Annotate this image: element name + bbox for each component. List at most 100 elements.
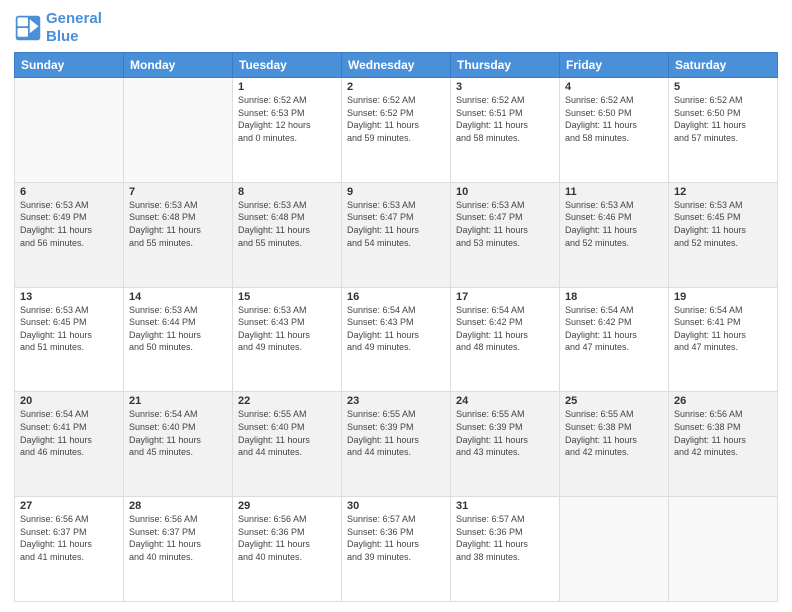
calendar-cell: 14Sunrise: 6:53 AM Sunset: 6:44 PM Dayli… [124, 287, 233, 392]
day-number: 22 [238, 395, 336, 407]
day-number: 19 [674, 291, 772, 303]
calendar-week-row: 27 Sunrise: 6:56 AM Sunset: 6:37 PM Dayli… [15, 497, 778, 602]
calendar-cell: 20Sunrise: 6:54 AM Sunset: 6:41 PM Dayli… [15, 392, 124, 497]
day-number: 26 [674, 395, 772, 407]
day-info: Sunrise: 6:52 AM Sunset: 6:53 PM Dayligh… [238, 94, 336, 144]
day-info: Sunrise: 6:52 AM Sunset: 6:51 PM Dayligh… [456, 94, 554, 144]
day-number: 8 [238, 186, 336, 198]
calendar-cell: 9Sunrise: 6:53 AM Sunset: 6:47 PM Daylig… [342, 182, 451, 287]
day-info: Sunrise: 6:54 AM Sunset: 6:42 PM Dayligh… [565, 304, 663, 354]
day-info: Sunrise: 6:56 AM Sunset: 6:36 PM Dayligh… [238, 513, 336, 563]
calendar-cell: 5Sunrise: 6:52 AM Sunset: 6:50 PM Daylig… [669, 78, 778, 183]
day-number: 15 [238, 291, 336, 303]
calendar-header-saturday: Saturday [669, 53, 778, 78]
day-number: 5 [674, 81, 772, 93]
logo: General Blue [14, 10, 102, 46]
day-info: Sunrise: 6:53 AM Sunset: 6:48 PM Dayligh… [129, 199, 227, 249]
day-info: Sunrise: 6:54 AM Sunset: 6:40 PM Dayligh… [129, 408, 227, 458]
day-info: Sunrise: 6:55 AM Sunset: 6:38 PM Dayligh… [565, 408, 663, 458]
day-info: Sunrise: 6:53 AM Sunset: 6:43 PM Dayligh… [238, 304, 336, 354]
day-number: 10 [456, 186, 554, 198]
day-number: 3 [456, 81, 554, 93]
calendar-cell: 16Sunrise: 6:54 AM Sunset: 6:43 PM Dayli… [342, 287, 451, 392]
calendar-cell: 19Sunrise: 6:54 AM Sunset: 6:41 PM Dayli… [669, 287, 778, 392]
day-info: Sunrise: 6:53 AM Sunset: 6:45 PM Dayligh… [674, 199, 772, 249]
calendar-week-row: 13Sunrise: 6:53 AM Sunset: 6:45 PM Dayli… [15, 287, 778, 392]
calendar-header-wednesday: Wednesday [342, 53, 451, 78]
calendar-header-monday: Monday [124, 53, 233, 78]
day-number: 4 [565, 81, 663, 93]
calendar-cell: 30Sunrise: 6:57 AM Sunset: 6:36 PM Dayli… [342, 497, 451, 602]
calendar-cell: 11Sunrise: 6:53 AM Sunset: 6:46 PM Dayli… [560, 182, 669, 287]
calendar-cell: 10Sunrise: 6:53 AM Sunset: 6:47 PM Dayli… [451, 182, 560, 287]
calendar-week-row: 20Sunrise: 6:54 AM Sunset: 6:41 PM Dayli… [15, 392, 778, 497]
day-number: 9 [347, 186, 445, 198]
calendar-cell [560, 497, 669, 602]
day-info: Sunrise: 6:57 AM Sunset: 6:36 PM Dayligh… [456, 513, 554, 563]
day-info: Sunrise: 6:52 AM Sunset: 6:50 PM Dayligh… [565, 94, 663, 144]
day-info: Sunrise: 6:55 AM Sunset: 6:39 PM Dayligh… [456, 408, 554, 458]
calendar-cell: 29Sunrise: 6:56 AM Sunset: 6:36 PM Dayli… [233, 497, 342, 602]
calendar-cell: 18Sunrise: 6:54 AM Sunset: 6:42 PM Dayli… [560, 287, 669, 392]
calendar-cell: 17Sunrise: 6:54 AM Sunset: 6:42 PM Dayli… [451, 287, 560, 392]
day-number: 23 [347, 395, 445, 407]
day-number: 17 [456, 291, 554, 303]
day-number: 13 [20, 291, 118, 303]
day-info: Sunrise: 6:53 AM Sunset: 6:47 PM Dayligh… [456, 199, 554, 249]
day-number: 16 [347, 291, 445, 303]
day-info: Sunrise: 6:56 AM Sunset: 6:38 PM Dayligh… [674, 408, 772, 458]
day-info: Sunrise: 6:54 AM Sunset: 6:41 PM Dayligh… [674, 304, 772, 354]
calendar-cell: 12Sunrise: 6:53 AM Sunset: 6:45 PM Dayli… [669, 182, 778, 287]
calendar-header-thursday: Thursday [451, 53, 560, 78]
day-number: 20 [20, 395, 118, 407]
day-info: Sunrise: 6:55 AM Sunset: 6:40 PM Dayligh… [238, 408, 336, 458]
day-number: 7 [129, 186, 227, 198]
day-number: 30 [347, 500, 445, 512]
calendar-cell: 15Sunrise: 6:53 AM Sunset: 6:43 PM Dayli… [233, 287, 342, 392]
day-info: Sunrise: 6:54 AM Sunset: 6:43 PM Dayligh… [347, 304, 445, 354]
calendar-cell: 13Sunrise: 6:53 AM Sunset: 6:45 PM Dayli… [15, 287, 124, 392]
calendar-cell: 25Sunrise: 6:55 AM Sunset: 6:38 PM Dayli… [560, 392, 669, 497]
day-number: 6 [20, 186, 118, 198]
day-number: 2 [347, 81, 445, 93]
calendar-table: SundayMondayTuesdayWednesdayThursdayFrid… [14, 52, 778, 602]
calendar-cell: 2Sunrise: 6:52 AM Sunset: 6:52 PM Daylig… [342, 78, 451, 183]
calendar-cell [15, 78, 124, 183]
day-number: 14 [129, 291, 227, 303]
logo-icon [14, 14, 42, 42]
calendar-cell: 8Sunrise: 6:53 AM Sunset: 6:48 PM Daylig… [233, 182, 342, 287]
calendar-cell: 7Sunrise: 6:53 AM Sunset: 6:48 PM Daylig… [124, 182, 233, 287]
day-info: Sunrise: 6:52 AM Sunset: 6:52 PM Dayligh… [347, 94, 445, 144]
calendar-cell: 22Sunrise: 6:55 AM Sunset: 6:40 PM Dayli… [233, 392, 342, 497]
day-number: 12 [674, 186, 772, 198]
day-info: Sunrise: 6:53 AM Sunset: 6:45 PM Dayligh… [20, 304, 118, 354]
calendar-header-friday: Friday [560, 53, 669, 78]
calendar-cell: 27Sunrise: 6:56 AM Sunset: 6:37 PM Dayli… [15, 497, 124, 602]
calendar-week-row: 6Sunrise: 6:53 AM Sunset: 6:49 PM Daylig… [15, 182, 778, 287]
day-info: Sunrise: 6:53 AM Sunset: 6:48 PM Dayligh… [238, 199, 336, 249]
calendar-cell: 23Sunrise: 6:55 AM Sunset: 6:39 PM Dayli… [342, 392, 451, 497]
calendar-header-sunday: Sunday [15, 53, 124, 78]
day-number: 28 [129, 500, 227, 512]
day-number: 18 [565, 291, 663, 303]
calendar-header-row: SundayMondayTuesdayWednesdayThursdayFrid… [15, 53, 778, 78]
logo-text: General Blue [46, 10, 102, 46]
day-number: 24 [456, 395, 554, 407]
calendar-cell: 6Sunrise: 6:53 AM Sunset: 6:49 PM Daylig… [15, 182, 124, 287]
page: General Blue SundayMondayTuesdayWednesda… [0, 0, 792, 612]
day-info: Sunrise: 6:52 AM Sunset: 6:50 PM Dayligh… [674, 94, 772, 144]
calendar-cell: 31Sunrise: 6:57 AM Sunset: 6:36 PM Dayli… [451, 497, 560, 602]
day-info: Sunrise: 6:55 AM Sunset: 6:39 PM Dayligh… [347, 408, 445, 458]
calendar-cell: 24Sunrise: 6:55 AM Sunset: 6:39 PM Dayli… [451, 392, 560, 497]
day-info: Sunrise: 6:53 AM Sunset: 6:47 PM Dayligh… [347, 199, 445, 249]
header: General Blue [14, 10, 778, 46]
day-number: 27 [20, 500, 118, 512]
calendar-week-row: 1Sunrise: 6:52 AM Sunset: 6:53 PM Daylig… [15, 78, 778, 183]
calendar-cell: 21Sunrise: 6:54 AM Sunset: 6:40 PM Dayli… [124, 392, 233, 497]
day-info: Sunrise: 6:56 AM Sunset: 6:37 PM Dayligh… [129, 513, 227, 563]
day-info: Sunrise: 6:54 AM Sunset: 6:41 PM Dayligh… [20, 408, 118, 458]
day-info: Sunrise: 6:54 AM Sunset: 6:42 PM Dayligh… [456, 304, 554, 354]
calendar-header-tuesday: Tuesday [233, 53, 342, 78]
day-number: 1 [238, 81, 336, 93]
day-info: Sunrise: 6:57 AM Sunset: 6:36 PM Dayligh… [347, 513, 445, 563]
